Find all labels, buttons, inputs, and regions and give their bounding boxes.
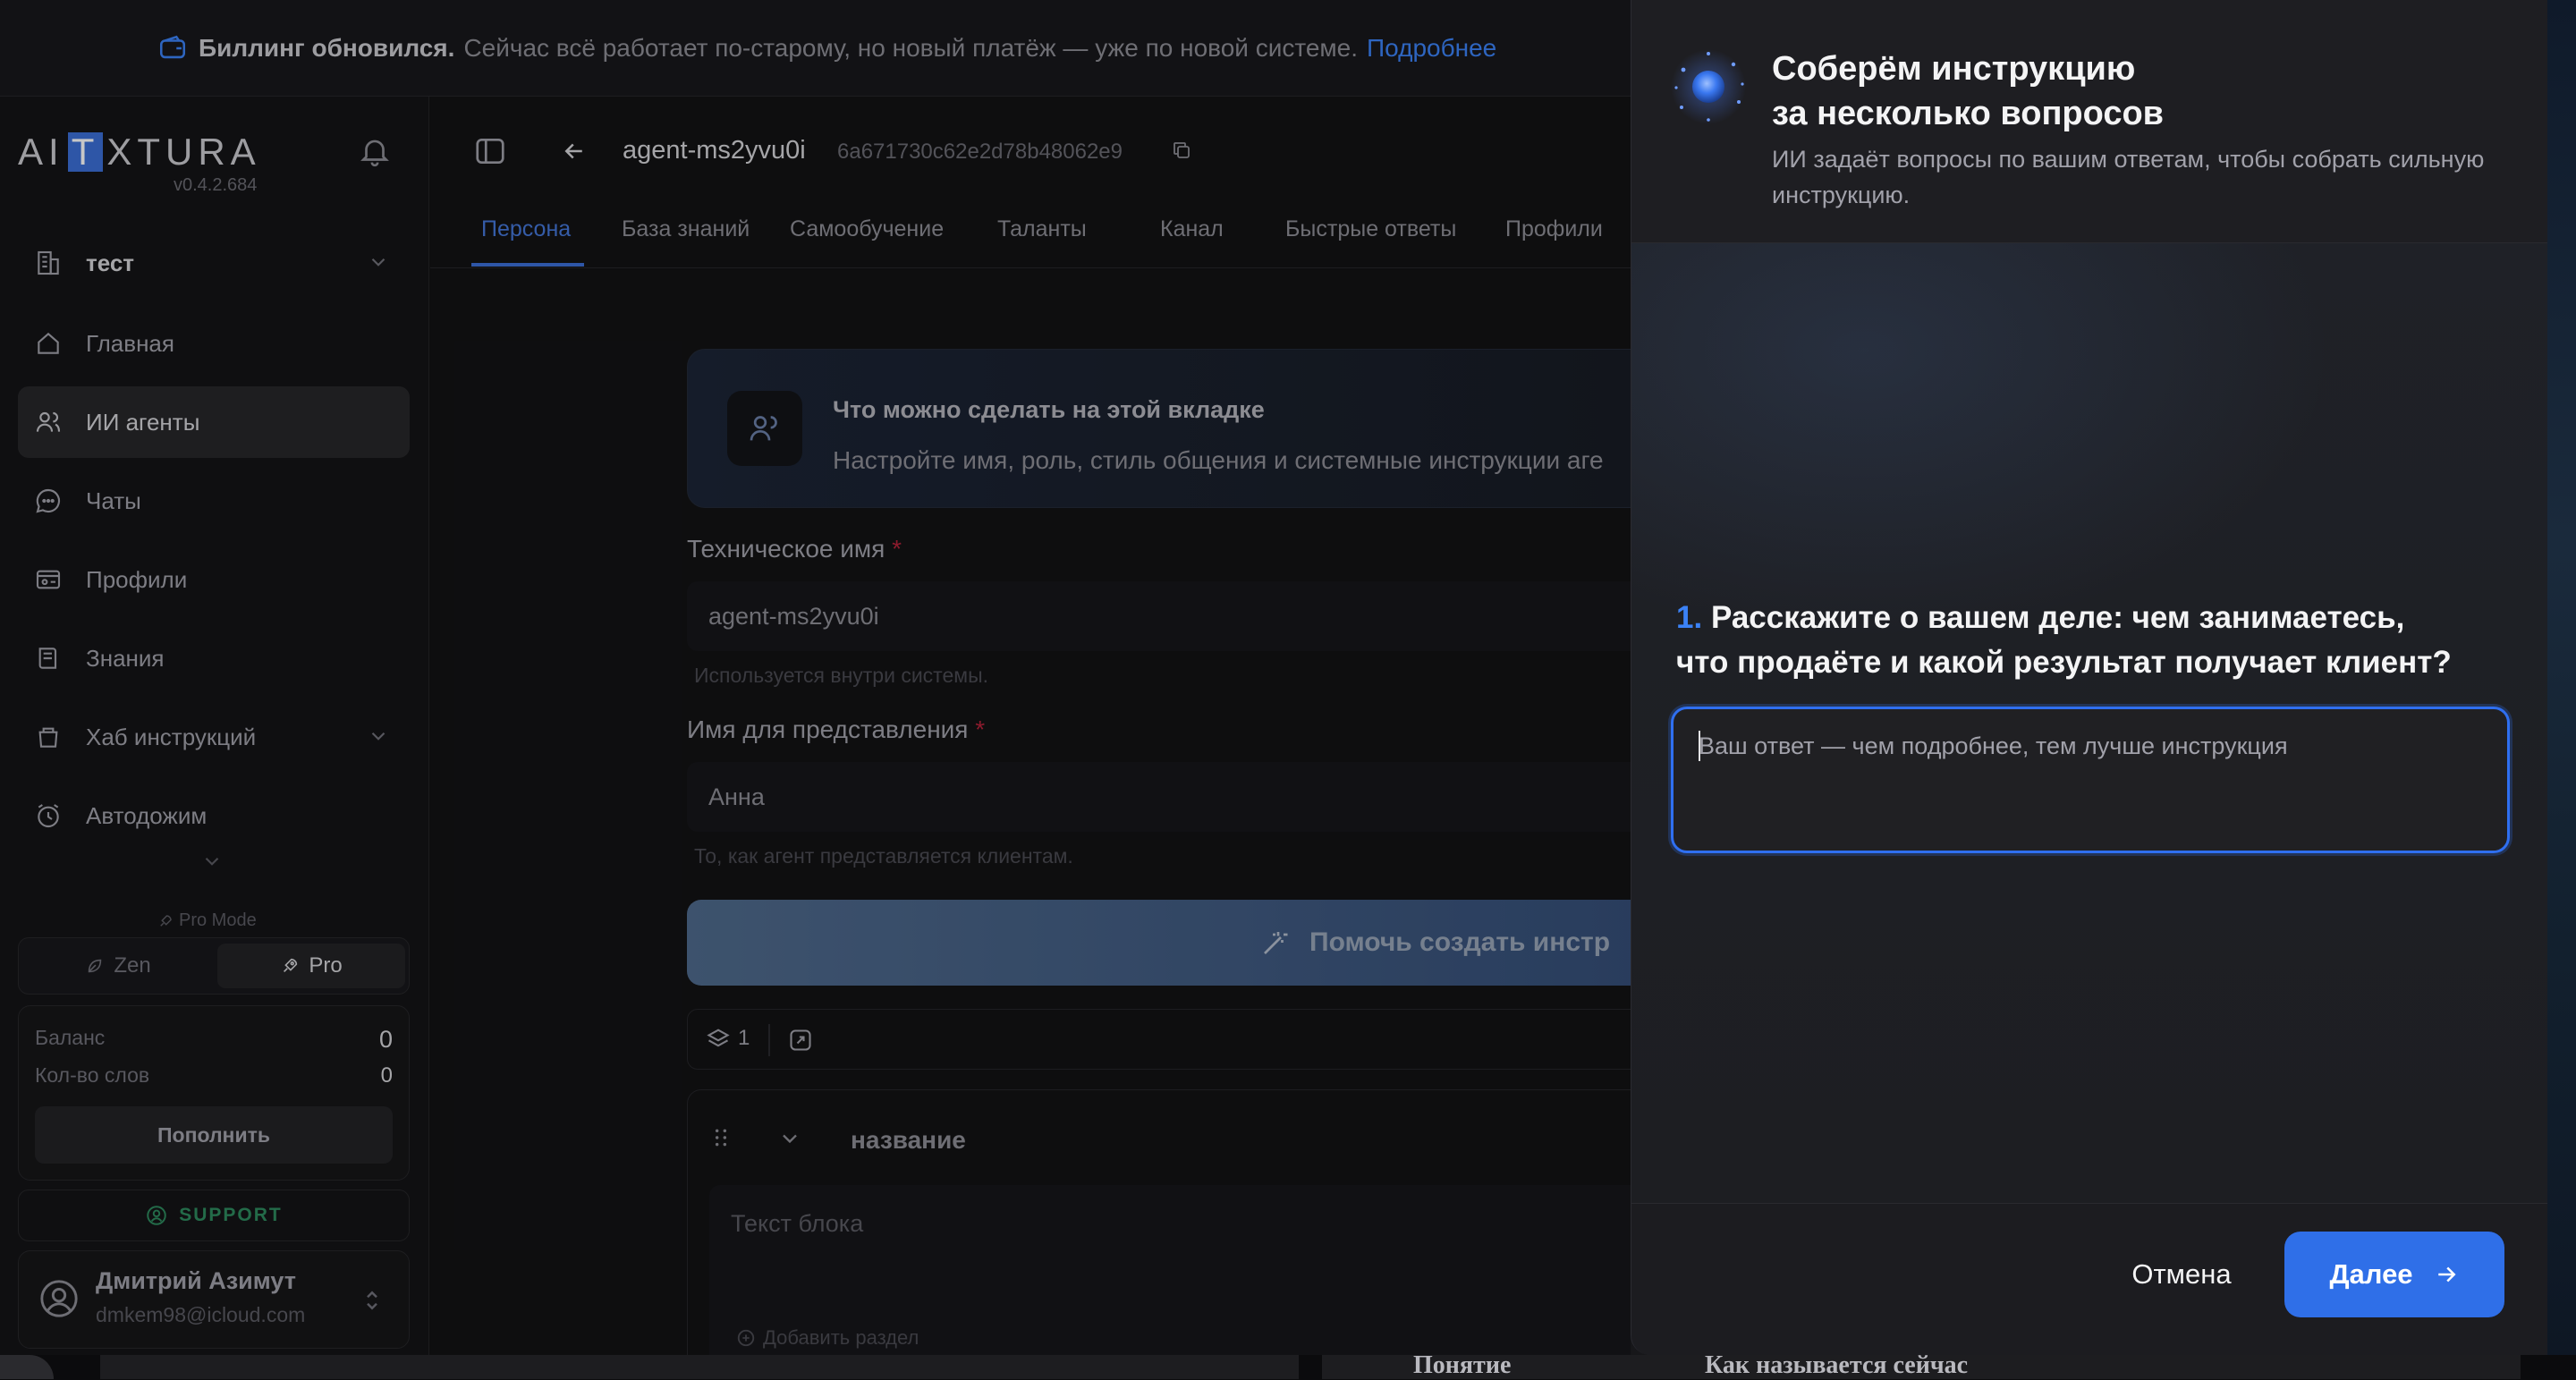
question-line2: что продаёте и какой результат получает … (1676, 645, 2452, 680)
modal-title: Соберём инструкцию за несколько вопросов (1772, 47, 2164, 136)
sparkle-orb-icon (1664, 38, 1753, 127)
modal-title-line2: за несколько вопросов (1772, 95, 2165, 132)
desktop-background-edge (2547, 0, 2576, 1355)
next-button-label: Далее (2329, 1258, 2413, 1290)
question: 1. Расскажите о вашем деле: чем занимает… (1676, 596, 2481, 685)
cancel-button[interactable]: Отмена (2106, 1232, 2258, 1317)
arrow-right-icon (2437, 1266, 2456, 1283)
question-line1: Расскажите о вашем деле: чем занимаетесь… (1710, 600, 2405, 635)
instruction-wizard-modal: Соберём инструкцию за несколько вопросов… (1631, 0, 2547, 1355)
modal-header: Соберём инструкцию за несколько вопросов… (1631, 0, 2547, 243)
background-avatar (0, 1355, 54, 1379)
answer-textarea[interactable]: Ваш ответ — чем подробнее, тем лучше инс… (1671, 707, 2510, 853)
question-number: 1. (1676, 600, 1703, 635)
modal-title-line1: Соберём инструкцию (1772, 50, 2136, 88)
app-window: Биллинг обновился. Сейчас всё работает п… (0, 0, 2547, 1355)
background-doc-col2: Как называется сейчас (1705, 1351, 1969, 1379)
background-window-strip: Понятие Как называется сейчас (0, 1351, 2576, 1379)
modal-backdrop[interactable] (0, 0, 1631, 1355)
modal-subtitle: ИИ задаёт вопросы по вашим ответам, чтоб… (1772, 146, 2485, 208)
background-doc-col1: Понятие (1413, 1351, 1512, 1379)
next-button[interactable]: Далее (2284, 1232, 2504, 1317)
answer-placeholder: Ваш ответ — чем подробнее, тем лучше инс… (1699, 732, 2288, 759)
background-doc-left (100, 1355, 1299, 1379)
text-caret (1699, 731, 1700, 761)
